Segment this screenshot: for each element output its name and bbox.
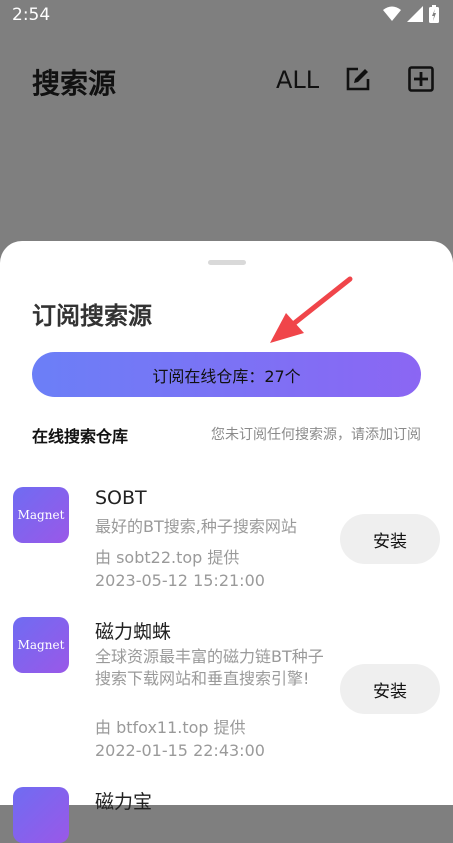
add-icon[interactable]: [408, 66, 434, 92]
section-note: 您未订阅任何搜索源，请添加订阅: [211, 427, 421, 443]
app-bar: 搜索源 ALL: [0, 52, 453, 112]
install-button[interactable]: 安装: [340, 664, 440, 714]
sheet-drag-handle[interactable]: [208, 260, 246, 265]
edit-icon[interactable]: [345, 66, 371, 92]
battery-charging-icon: [429, 5, 439, 23]
magnet-logo-icon: [13, 787, 69, 843]
magnet-logo-icon: Magnet: [13, 487, 69, 543]
item-provider: 由 btfox11.top 提供: [95, 718, 246, 737]
status-icons: [383, 5, 439, 23]
item-date: 2023-05-12 15:21:00: [95, 571, 265, 590]
arrow-annotation: [270, 276, 353, 343]
sheet-title: 订阅搜索源: [32, 302, 152, 330]
status-time: 2:54: [12, 5, 51, 25]
item-description: 全球资源最丰富的磁力链BT种子搜索下载网站和垂直搜索引擎!: [95, 647, 324, 688]
wifi-icon: [383, 6, 401, 21]
subscribe-online-repo-button[interactable]: 订阅在线仓库：27个: [32, 352, 421, 397]
status-bar: 2:54: [0, 0, 453, 32]
install-button[interactable]: 安装: [340, 514, 440, 564]
item-date: 2022-01-15 22:43:00: [95, 741, 265, 760]
subscribe-sheet: 订阅搜索源 订阅在线仓库：27个 在线搜索仓库 您未订阅任何搜索源，请添加订阅 …: [0, 241, 453, 843]
item-description: 最好的BT搜索,种子搜索网站: [95, 517, 297, 536]
page-title: 搜索源: [32, 67, 117, 100]
item-provider: 由 sobt22.top 提供: [95, 548, 240, 567]
item-name: 磁力宝: [95, 791, 153, 813]
item-name: SOBT: [95, 487, 147, 509]
item-name: 磁力蜘蛛: [95, 621, 172, 643]
section-title: 在线搜索仓库: [32, 427, 129, 446]
filter-all-button[interactable]: ALL: [276, 66, 319, 94]
magnet-logo-icon: Magnet: [13, 617, 69, 673]
signal-icon: [407, 6, 423, 22]
